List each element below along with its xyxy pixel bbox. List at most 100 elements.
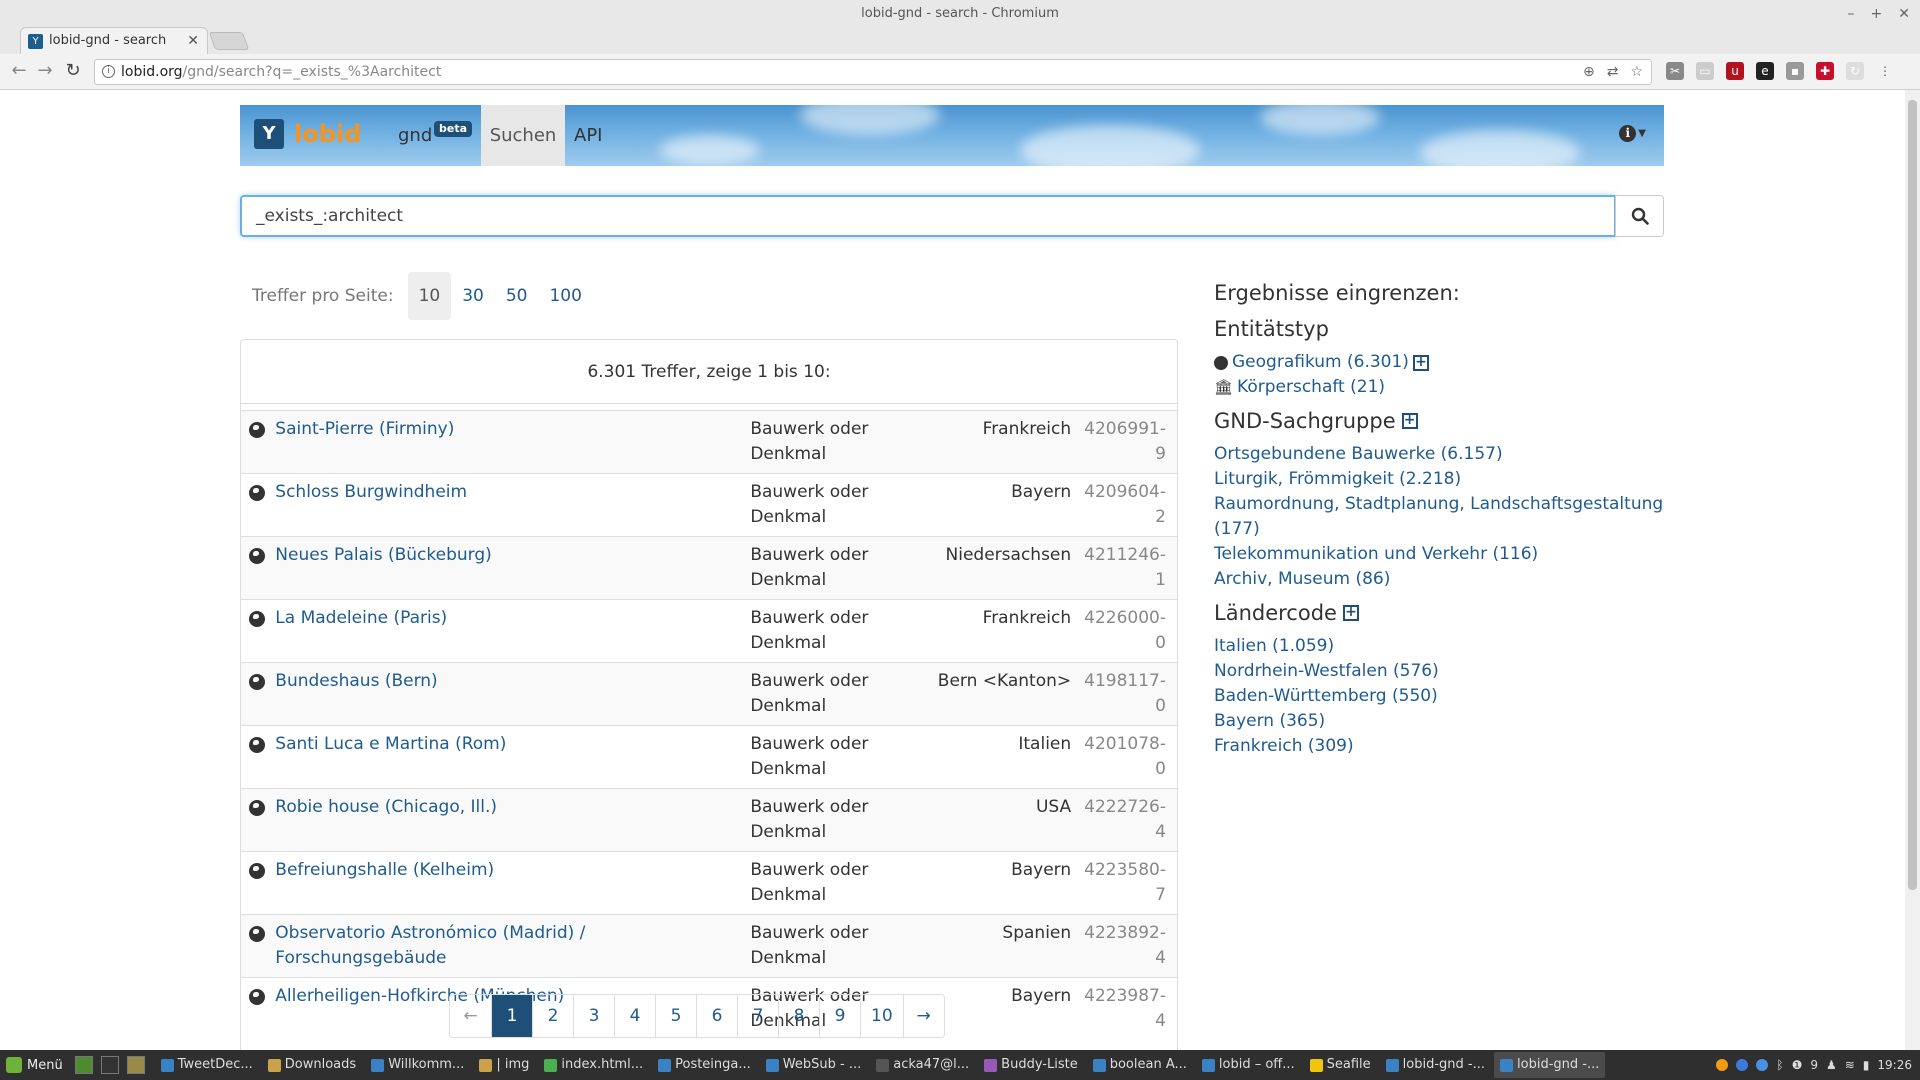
globe-icon [249, 611, 265, 627]
start-menu-button[interactable]: Menü [0, 1057, 71, 1073]
facet-item[interactable]: Baden-Württemberg (550) [1214, 684, 1674, 709]
page-scrollbar[interactable] [1905, 90, 1920, 1050]
facet-item[interactable]: Ortsgebundene Bauwerke (6.157) [1214, 442, 1674, 467]
result-name-link[interactable]: Neues Palais (Bückeburg) [275, 537, 750, 600]
pagination-page[interactable]: 1 [491, 995, 532, 1037]
pagination-page[interactable]: 4 [614, 995, 655, 1037]
pagination-page[interactable]: 3 [573, 995, 614, 1037]
zoom-icon[interactable]: ⊕ [1583, 60, 1595, 84]
result-name-link[interactable]: Robie house (Chicago, Ill.) [275, 789, 750, 852]
taskbar-task[interactable]: Buddy-Liste [978, 1052, 1084, 1078]
wifi-icon[interactable]: ≋ [1845, 1058, 1855, 1072]
pagination-page[interactable]: 2 [532, 995, 573, 1037]
battery-icon[interactable]: ▮ [1863, 1058, 1870, 1072]
browser-menu-icon[interactable]: ⋮ [1876, 62, 1894, 80]
taskbar-task[interactable]: lobid – off... [1196, 1052, 1301, 1078]
result-name-link[interactable]: Bundeshaus (Bern) [275, 663, 750, 726]
extension-tools-icon[interactable]: ✂ [1666, 62, 1684, 80]
taskbar-task[interactable]: WebSub - ... [760, 1052, 867, 1078]
pagination-page[interactable]: 6 [696, 995, 737, 1037]
new-tab-button[interactable] [208, 32, 250, 50]
taskbar-task[interactable]: acka47@l... [870, 1052, 975, 1078]
back-icon[interactable]: ← [8, 60, 30, 82]
nav-api[interactable]: API [574, 105, 602, 166]
uk-flag-icon[interactable]: ✚ [1816, 62, 1834, 80]
per-page-option[interactable]: 30 [451, 272, 495, 320]
user-icon[interactable]: ♟ [1826, 1058, 1837, 1072]
pagination-prev[interactable]: ← [450, 995, 491, 1037]
result-name-link[interactable]: Befreiungshalle (Kelheim) [275, 852, 750, 915]
taskbar-task[interactable]: Willkomm... [365, 1052, 470, 1078]
facet-item[interactable]: Frankreich (309) [1214, 734, 1674, 759]
result-name-link[interactable]: Observatorio Astronómico (Madrid) / Fors… [275, 915, 750, 978]
facet-item[interactable]: Liturgik, Frömmigkeit (2.218) [1214, 467, 1674, 492]
task-label: WebSub - ... [782, 1057, 862, 1072]
facet-item[interactable]: Archiv, Museum (86) [1214, 567, 1674, 592]
search-button[interactable] [1615, 195, 1664, 237]
extension-e-icon[interactable]: e [1756, 62, 1774, 80]
facet-item[interactable]: Italien (1.059) [1214, 634, 1674, 659]
per-page-option[interactable]: 10 [407, 272, 452, 320]
facet-item-geografikum[interactable]: Geografikum (6.301) + [1214, 350, 1674, 375]
taskbar-task[interactable]: TweetDec... [155, 1052, 259, 1078]
tray-app-icon[interactable] [1716, 1059, 1729, 1071]
result-name-link[interactable]: Saint-Pierre (Firminy) [275, 411, 750, 474]
facet-item[interactable]: Bayern (365) [1214, 709, 1674, 734]
taskbar-task[interactable]: lobid-gnd -... [1380, 1052, 1491, 1078]
facet-item-koerperschaft[interactable]: 🏛 Körperschaft (21) [1214, 375, 1674, 400]
bluetooth-icon[interactable]: ᛒ [1776, 1058, 1783, 1072]
terminal-icon[interactable] [100, 1056, 119, 1074]
taskbar-task[interactable]: Posteinga... [652, 1052, 757, 1078]
search-input[interactable]: _exists_:architect [240, 195, 1616, 237]
result-gnd-id: 4223987-4 [1084, 986, 1166, 1031]
nav-suchen[interactable]: Suchen [481, 105, 565, 166]
forward-icon[interactable]: → [34, 60, 56, 82]
extension-gray-icon[interactable]: ▪ [1786, 62, 1804, 80]
result-country: Bayern [1011, 482, 1072, 502]
notification-icon[interactable]: ❶ [1792, 1058, 1803, 1072]
ublock-icon[interactable]: u [1726, 62, 1744, 80]
pagination-next[interactable]: → [902, 995, 944, 1037]
chromium-tray-icon[interactable] [1756, 1059, 1769, 1071]
taskbar-task[interactable]: Seafile [1304, 1052, 1377, 1078]
pagination-page[interactable]: 10 [860, 995, 903, 1037]
expand-plus-icon[interactable]: + [1342, 605, 1359, 621]
show-desktop-icon[interactable] [74, 1056, 93, 1074]
result-name-link[interactable]: La Madeleine (Paris) [275, 600, 750, 663]
bookmark-star-icon[interactable]: ☆ [1630, 60, 1643, 84]
extension-sync-icon[interactable]: ↻ [1846, 62, 1864, 80]
facet-item[interactable]: Raumordnung, Stadtplanung, Landschaftsge… [1214, 492, 1674, 542]
scrollbar-thumb[interactable] [1908, 100, 1917, 890]
result-name-link[interactable]: Santi Luca e Martina (Rom) [275, 726, 750, 789]
brand-link[interactable]: Y lobid [254, 119, 361, 149]
nav-gnd[interactable]: gnd [398, 105, 432, 166]
reload-icon[interactable]: ↻ [62, 60, 84, 82]
taskbar-task[interactable]: | img [473, 1052, 535, 1078]
address-bar[interactable]: i lobid.org/gnd/search?q=_exists_%3Aarch… [94, 59, 1652, 85]
info-dropdown[interactable]: i ▼ [1619, 125, 1646, 142]
facet-item[interactable]: Telekommunikation und Verkehr (116) [1214, 542, 1674, 567]
pagination-page[interactable]: 9 [819, 995, 860, 1037]
pagination-page[interactable]: 5 [655, 995, 696, 1037]
taskbar-task[interactable]: lobid-gnd -... [1494, 1052, 1606, 1078]
files-icon[interactable] [126, 1056, 145, 1074]
translate-icon[interactable]: ⇄ [1607, 60, 1619, 84]
result-gnd-id: 4209604-2 [1084, 482, 1166, 527]
per-page-option[interactable]: 100 [538, 272, 592, 320]
facet-item[interactable]: Nordrhein-Westfalen (576) [1214, 659, 1674, 684]
site-info-icon[interactable]: i [102, 65, 115, 78]
per-page-option[interactable]: 50 [495, 272, 539, 320]
pagination-page[interactable]: 7 [737, 995, 778, 1037]
shield-icon[interactable] [1736, 1059, 1749, 1071]
taskbar-task[interactable]: Downloads [262, 1052, 362, 1078]
per-page-label: Treffer pro Seite: [252, 286, 394, 306]
expand-plus-icon[interactable]: + [1401, 413, 1418, 429]
tab-close-icon[interactable]: ✕ [187, 28, 199, 54]
taskbar-task[interactable]: index.html... [538, 1052, 649, 1078]
pagination-page[interactable]: 8 [778, 995, 819, 1037]
result-name-link[interactable]: Schloss Burgwindheim [275, 474, 750, 537]
browser-tab[interactable]: Y lobid-gnd - search ✕ [20, 27, 208, 54]
expand-plus-icon[interactable]: + [1412, 354, 1429, 371]
taskbar-task[interactable]: boolean A... [1087, 1052, 1193, 1078]
extension-cast-icon[interactable]: ▭ [1696, 62, 1714, 80]
